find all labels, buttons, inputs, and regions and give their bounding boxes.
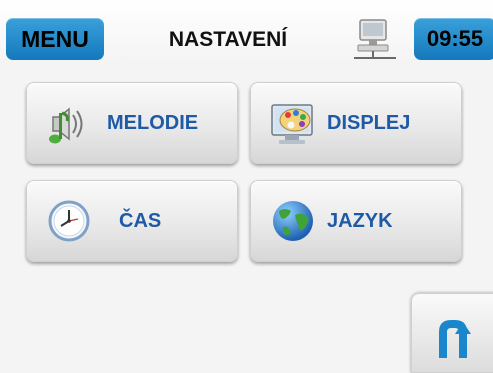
top-bar: MENU NASTAVENÍ 09:55 [0, 0, 493, 68]
network-computer-icon [352, 18, 398, 64]
back-button[interactable] [411, 293, 493, 373]
language-label: JAZYK [327, 209, 393, 232]
display-palette-icon [269, 99, 317, 147]
back-arrow-icon [439, 320, 471, 358]
time-button[interactable]: ČAS [26, 180, 238, 262]
melody-label: MELODIE [107, 111, 199, 134]
clock-icon [45, 197, 93, 245]
menu-button[interactable]: MENU [6, 18, 104, 60]
globe-icon [269, 197, 317, 245]
melody-speaker-icon [45, 99, 93, 147]
melody-button[interactable]: MELODIE [26, 82, 238, 164]
display-label: DISPLEJ [327, 111, 411, 134]
page-title: NASTAVENÍ [168, 28, 288, 51]
display-button[interactable]: DISPLEJ [250, 82, 462, 164]
time-label: ČAS [119, 209, 162, 232]
language-button[interactable]: JAZYK [250, 180, 462, 262]
clock-display: 09:55 [414, 18, 493, 60]
